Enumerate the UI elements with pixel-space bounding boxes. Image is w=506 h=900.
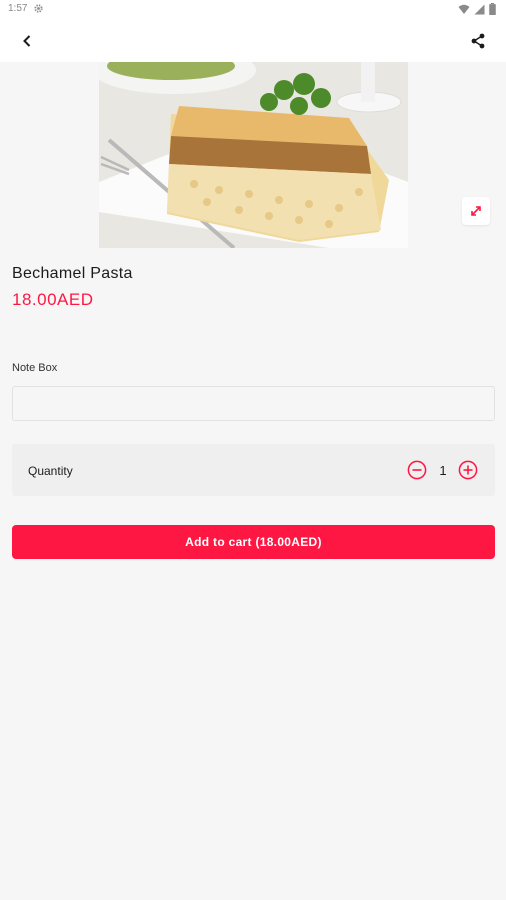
note-box-label: Note Box xyxy=(12,362,58,374)
product-price: 18.00AED xyxy=(12,290,94,309)
bechamel-pasta-photo xyxy=(99,62,408,248)
status-bar: 1:57 xyxy=(0,0,506,20)
quantity-value: 1 xyxy=(439,463,447,478)
note-box-input[interactable] xyxy=(12,386,495,421)
product-name: Bechamel Pasta xyxy=(12,265,133,282)
signal-icon xyxy=(474,4,485,14)
plus-circle-icon[interactable] xyxy=(458,460,478,480)
quantity-label: Quantity xyxy=(28,464,73,478)
minus-circle-icon[interactable] xyxy=(407,460,427,480)
settings-icon xyxy=(34,4,43,13)
wifi-icon xyxy=(458,4,470,14)
battery-icon xyxy=(489,3,496,15)
share-icon xyxy=(471,33,485,49)
quantity-stepper: Quantity 1 xyxy=(12,444,495,496)
status-time: 1:57 xyxy=(8,3,28,14)
share-button[interactable] xyxy=(466,29,490,53)
status-icons xyxy=(458,3,496,15)
app-bar xyxy=(0,20,506,62)
expand-diagonal-icon xyxy=(471,206,481,216)
add-to-cart-button[interactable]: Add to cart (18.00AED) xyxy=(12,525,495,559)
back-button[interactable] xyxy=(15,29,39,53)
product-hero xyxy=(0,62,506,248)
expand-image-button[interactable] xyxy=(462,197,490,225)
chevron-left-icon xyxy=(23,35,31,47)
